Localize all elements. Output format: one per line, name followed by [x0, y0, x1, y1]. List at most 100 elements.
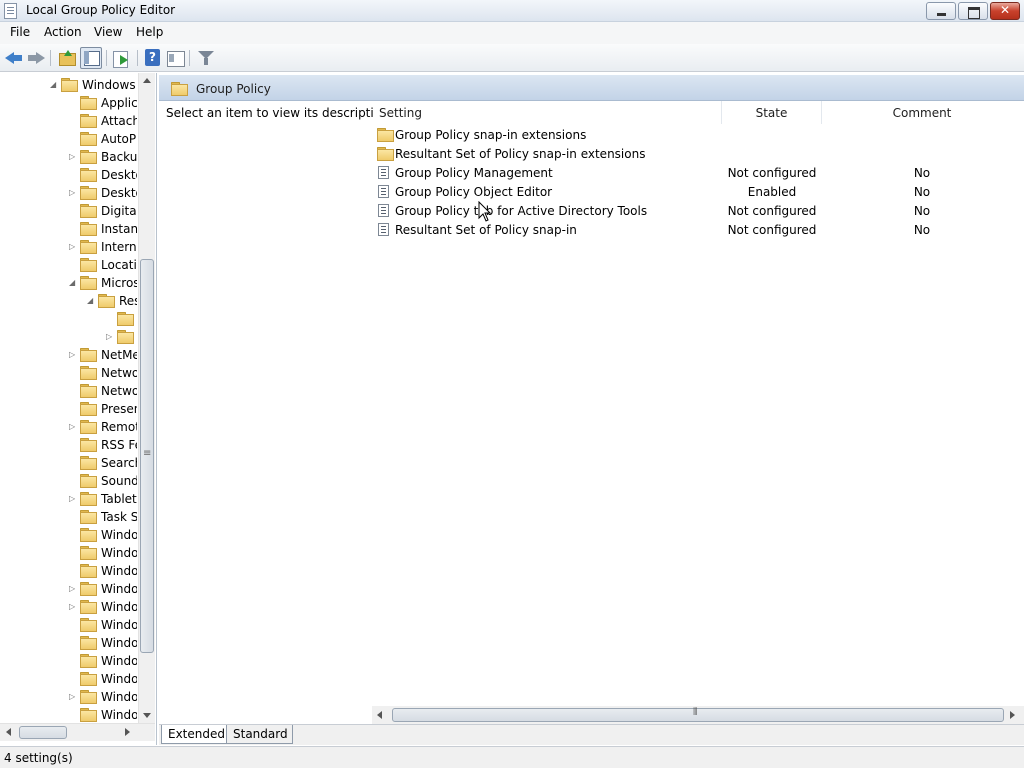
show-hide-console-tree-icon[interactable]	[80, 47, 102, 69]
minimize-button[interactable]	[926, 2, 956, 20]
tree-item[interactable]: ◢ Res	[0, 292, 137, 310]
tree-item[interactable]: Windo	[0, 652, 137, 670]
expand-arrow-icon[interactable]: ▷	[69, 242, 75, 251]
menu-action[interactable]: Action	[44, 25, 82, 39]
tree-item[interactable]: RSS Fe	[0, 436, 137, 454]
column-header-state[interactable]: State	[722, 101, 822, 124]
scroll-left-icon[interactable]	[377, 711, 382, 719]
filter-icon[interactable]	[196, 48, 216, 68]
tree-vertical-scrollbar[interactable]	[138, 73, 155, 723]
tree-item[interactable]: Windo	[0, 616, 137, 634]
expand-arrow-icon[interactable]: ▷	[69, 692, 75, 701]
tree-item[interactable]: Windo	[0, 562, 137, 580]
tree-item[interactable]: Windo	[0, 706, 137, 724]
tree-item[interactable]: Search	[0, 454, 137, 472]
collapse-arrow-icon[interactable]: ◢	[69, 278, 75, 287]
tree-item[interactable]: AutoPl	[0, 130, 137, 148]
tree-item-label: Windo	[101, 600, 137, 614]
tree-item[interactable]	[0, 310, 137, 328]
tree-item[interactable]: Task Sc	[0, 508, 137, 526]
tree-item[interactable]: Attach	[0, 112, 137, 130]
column-header-comment[interactable]: Comment	[822, 101, 1022, 124]
tree-item[interactable]: ▷ Backup	[0, 148, 137, 166]
tree-item[interactable]: Presen	[0, 400, 137, 418]
export-list-icon[interactable]	[111, 48, 131, 68]
tree-item[interactable]: Sound	[0, 472, 137, 490]
tab-standard[interactable]: Standard	[227, 725, 293, 744]
tree-item-label: Digital	[101, 204, 137, 218]
tree-item[interactable]: ▷ Windo	[0, 598, 137, 616]
expand-arrow-icon[interactable]: ▷	[69, 152, 75, 161]
list-item[interactable]: Group Policy tab for Active Directory To…	[374, 201, 1024, 220]
list-item[interactable]: Resultant Set of Policy snap-in Not confi…	[374, 220, 1024, 239]
tree-item[interactable]: Netwo	[0, 364, 137, 382]
scroll-right-icon[interactable]	[125, 728, 130, 736]
list-item[interactable]: Group Policy Management Not configured No	[374, 163, 1024, 182]
app-icon[interactable]	[4, 3, 17, 19]
folder-icon	[117, 330, 134, 344]
expand-arrow-icon[interactable]: ▷	[69, 602, 75, 611]
close-button[interactable]	[990, 2, 1020, 20]
scroll-up-icon[interactable]	[143, 78, 151, 83]
tree-item-label: Deskto	[101, 186, 137, 200]
tree-item-label: Deskto	[101, 168, 137, 182]
list-item[interactable]: Resultant Set of Policy snap-in extensio…	[374, 144, 1024, 163]
tree-item[interactable]: ◢ Micros	[0, 274, 137, 292]
up-folder-icon[interactable]	[57, 48, 77, 68]
folder-icon	[80, 420, 97, 434]
list-item[interactable]: Group Policy snap-in extensions	[374, 125, 1024, 144]
tree-item[interactable]: ◢ Windows C	[0, 76, 137, 94]
scroll-down-icon[interactable]	[143, 713, 151, 718]
scroll-thumb[interactable]	[140, 259, 154, 653]
folder-icon	[80, 528, 97, 542]
forward-arrow-icon[interactable]	[26, 48, 46, 68]
menu-help[interactable]: Help	[136, 25, 163, 39]
tree-item[interactable]: Windo	[0, 526, 137, 544]
tree-item[interactable]: ▷ Deskto	[0, 184, 137, 202]
folder-icon	[80, 276, 97, 290]
tree-item[interactable]: ▷ Interne	[0, 238, 137, 256]
maximize-button[interactable]	[958, 2, 988, 20]
expand-arrow-icon[interactable]: ▷	[69, 494, 75, 503]
tree-item[interactable]: Windo	[0, 670, 137, 688]
menu-view[interactable]: View	[94, 25, 122, 39]
tree-item[interactable]: ▷ Windo	[0, 580, 137, 598]
help-icon[interactable]	[143, 48, 163, 68]
expand-arrow-icon[interactable]: ▷	[69, 188, 75, 197]
tree-item[interactable]: Locatio	[0, 256, 137, 274]
tree-item[interactable]: ▷ Tablet	[0, 490, 137, 508]
scroll-left-icon[interactable]	[6, 728, 11, 736]
scroll-thumb[interactable]	[392, 707, 1004, 722]
scroll-thumb[interactable]	[19, 726, 67, 739]
scroll-right-icon[interactable]	[1010, 711, 1015, 719]
console-tree[interactable]: ◢ Windows C Applic Attach AutoPl ▷ Backup Deskt…	[0, 73, 157, 745]
expand-arrow-icon[interactable]: ▷	[69, 422, 75, 431]
collapse-arrow-icon[interactable]: ◢	[50, 80, 56, 89]
back-arrow-icon[interactable]	[4, 48, 24, 68]
tab-extended[interactable]: Extended	[161, 725, 227, 744]
tree-item[interactable]: ▷ NetMe	[0, 346, 137, 364]
tree-item[interactable]: ▷ Remot	[0, 418, 137, 436]
list-item[interactable]: Group Policy Object Editor Enabled No	[374, 182, 1024, 201]
folder-icon	[80, 96, 97, 110]
tree-item[interactable]: Digital	[0, 202, 137, 220]
tree-item[interactable]: Windo	[0, 544, 137, 562]
menu-file[interactable]: File	[10, 25, 30, 39]
tree-item[interactable]: ▷	[0, 328, 137, 346]
tree-item[interactable]: Deskto	[0, 166, 137, 184]
properties-icon[interactable]	[165, 48, 185, 68]
tree-horizontal-scrollbar[interactable]	[0, 723, 155, 741]
tree-item-label: Tablet	[101, 492, 137, 506]
expand-arrow-icon[interactable]: ▷	[69, 584, 75, 593]
list-horizontal-scrollbar[interactable]	[372, 706, 1024, 724]
tree-item[interactable]: ▷ Windo	[0, 688, 137, 706]
expand-arrow-icon[interactable]: ▷	[69, 350, 75, 359]
expand-arrow-icon[interactable]: ▷	[106, 332, 112, 341]
column-header-setting[interactable]: Setting	[374, 101, 722, 124]
tree-item[interactable]: Applic	[0, 94, 137, 112]
tree-item[interactable]: Netwo	[0, 382, 137, 400]
tree-item[interactable]: Instant	[0, 220, 137, 238]
setting-comment: No	[913, 223, 931, 237]
collapse-arrow-icon[interactable]: ◢	[87, 296, 93, 305]
tree-item[interactable]: Windo	[0, 634, 137, 652]
